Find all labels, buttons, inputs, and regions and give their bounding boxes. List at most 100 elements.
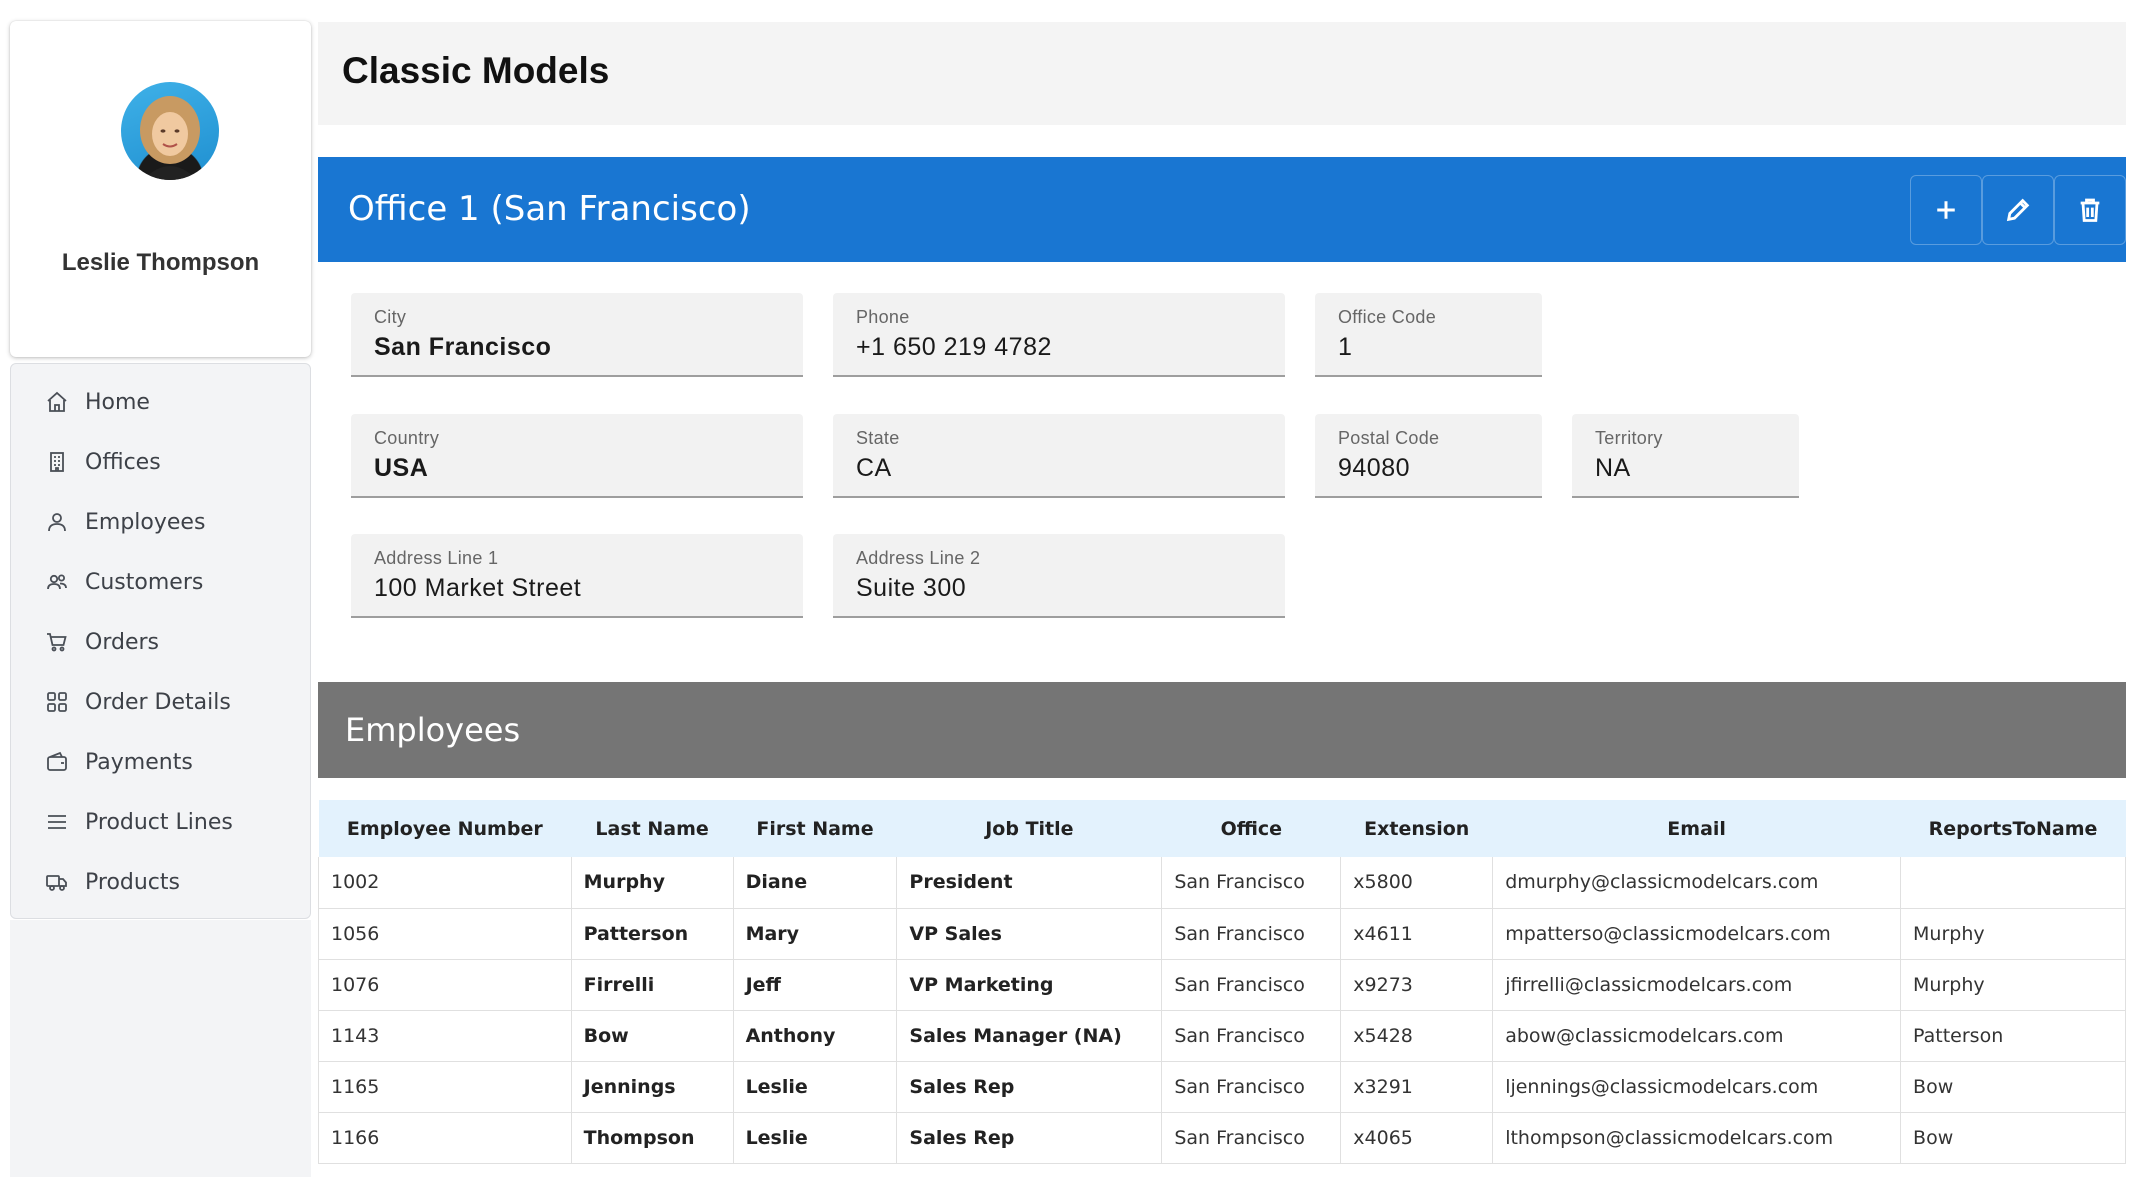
truck-icon	[43, 868, 71, 896]
sidebar-item-label: Products	[85, 869, 180, 895]
address-line-2-field[interactable]: Address Line 2 Suite 300	[833, 534, 1285, 618]
country-value: USA	[374, 454, 429, 482]
sidebar-item-product-lines[interactable]: Product Lines	[11, 796, 310, 848]
sidebar-background	[10, 920, 311, 1177]
first-name-cell: Jeff	[733, 959, 898, 1010]
extension-cell: x5800	[1340, 857, 1494, 908]
employee-number-cell: 1166	[318, 1112, 572, 1163]
grid-icon	[43, 688, 71, 716]
office-cell: San Francisco	[1161, 1061, 1342, 1112]
postal-code-label: Postal Code	[1338, 428, 1440, 448]
sidebar-item-products[interactable]: Products	[11, 856, 310, 908]
address-line-1-label: Address Line 1	[374, 548, 499, 568]
address-line-1-field[interactable]: Address Line 1 100 Market Street	[351, 534, 803, 618]
trash-icon	[2080, 198, 2100, 222]
employees-title: Employees	[345, 711, 521, 749]
employees-table: Employee Number Last Name First Name Job…	[318, 800, 2126, 1164]
city-label: City	[374, 307, 407, 327]
last-name-cell: Patterson	[571, 908, 734, 959]
reports-to-cell: Murphy	[1900, 908, 2126, 959]
last-name-cell: Jennings	[571, 1061, 734, 1112]
app-title: Classic Models	[342, 50, 610, 91]
office-code-label: Office Code	[1338, 307, 1437, 327]
delete-button[interactable]	[2054, 175, 2126, 245]
office-cell: San Francisco	[1161, 857, 1342, 908]
phone-label: Phone	[856, 307, 910, 327]
email-cell: ljennings@classicmodelcars.com	[1492, 1061, 1902, 1112]
job-title-cell: Sales Rep	[896, 1112, 1163, 1163]
employees-header: Employees	[318, 682, 2126, 778]
avatar[interactable]	[121, 82, 219, 180]
sidebar-item-label: Offices	[85, 449, 161, 475]
column-header[interactable]: Extension	[1341, 800, 1493, 857]
city-field[interactable]: City San Francisco	[351, 293, 803, 377]
edit-button[interactable]	[1982, 175, 2054, 245]
app-header: Classic Models	[318, 22, 2126, 125]
employee-number-cell: 1076	[318, 959, 572, 1010]
extension-cell: x4611	[1340, 908, 1494, 959]
office-cell: San Francisco	[1161, 959, 1342, 1010]
column-header[interactable]: First Name	[733, 800, 897, 857]
state-label: State	[856, 428, 900, 448]
postal-code-field[interactable]: Postal Code 94080	[1315, 414, 1542, 498]
sidebar-item-offices[interactable]: Offices	[11, 436, 310, 488]
pencil-icon	[2006, 198, 2030, 222]
phone-field[interactable]: Phone +1 650 219 4782	[833, 293, 1285, 377]
extension-cell: x9273	[1340, 959, 1494, 1010]
table-row[interactable]: 1002 Murphy Diane President San Francisc…	[318, 857, 2126, 908]
plus-icon	[1937, 201, 1955, 219]
job-title-cell: President	[896, 857, 1163, 908]
extension-cell: x5428	[1340, 1010, 1494, 1061]
address-line-1-value: 100 Market Street	[374, 574, 582, 602]
sidebar-item-customers[interactable]: Customers	[11, 556, 310, 608]
office-toolbar	[1910, 175, 2126, 245]
add-button[interactable]	[1910, 175, 1982, 245]
table-row[interactable]: 1166 Thompson Leslie Sales Rep San Franc…	[318, 1112, 2126, 1163]
address-line-2-label: Address Line 2	[856, 548, 981, 568]
building-icon	[43, 448, 71, 476]
sidebar-item-payments[interactable]: Payments	[11, 736, 310, 788]
office-cell: San Francisco	[1161, 908, 1342, 959]
country-field[interactable]: Country USA	[351, 414, 803, 498]
wallet-icon	[43, 748, 71, 776]
email-cell: mpatterso@classicmodelcars.com	[1492, 908, 1902, 959]
home-icon	[43, 388, 71, 416]
city-value: San Francisco	[374, 333, 552, 361]
sidebar-item-orders[interactable]: Orders	[11, 616, 310, 668]
column-header[interactable]: Office	[1162, 800, 1341, 857]
reports-to-cell: Bow	[1900, 1061, 2126, 1112]
column-header[interactable]: Employee Number	[319, 800, 572, 857]
column-header[interactable]: Email	[1493, 800, 1901, 857]
extension-cell: x4065	[1340, 1112, 1494, 1163]
employee-number-cell: 1056	[318, 908, 572, 959]
column-header[interactable]: ReportsToName	[1901, 800, 2126, 857]
country-label: Country	[374, 428, 440, 448]
table-row[interactable]: 1076 Firrelli Jeff VP Marketing San Fran…	[318, 959, 2126, 1010]
sidebar-item-label: Order Details	[85, 689, 231, 715]
office-cell: San Francisco	[1161, 1010, 1342, 1061]
column-header[interactable]: Job Title	[897, 800, 1162, 857]
column-header[interactable]: Last Name	[571, 800, 733, 857]
table-row[interactable]: 1165 Jennings Leslie Sales Rep San Franc…	[318, 1061, 2126, 1112]
table-row[interactable]: 1143 Bow Anthony Sales Manager (NA) San …	[318, 1010, 2126, 1061]
reports-to-cell: Patterson	[1900, 1010, 2126, 1061]
person-icon	[43, 508, 71, 536]
job-title-cell: Sales Rep	[896, 1061, 1163, 1112]
territory-label: Territory	[1595, 428, 1663, 448]
last-name-cell: Thompson	[571, 1112, 734, 1163]
postal-code-value: 94080	[1338, 454, 1411, 482]
sidebar-item-employees[interactable]: Employees	[11, 496, 310, 548]
sidebar-item-home[interactable]: Home	[11, 376, 310, 428]
state-field[interactable]: State CA	[833, 414, 1285, 498]
first-name-cell: Anthony	[733, 1010, 898, 1061]
territory-field[interactable]: Territory NA	[1572, 414, 1799, 498]
sidebar-item-label: Home	[85, 389, 150, 415]
reports-to-cell: Murphy	[1900, 959, 2126, 1010]
office-title: Office 1 (San Francisco)	[348, 189, 751, 229]
sidebar-item-order-details[interactable]: Order Details	[11, 676, 310, 728]
email-cell: abow@classicmodelcars.com	[1492, 1010, 1902, 1061]
office-header: Office 1 (San Francisco)	[318, 157, 2126, 262]
office-code-field[interactable]: Office Code 1	[1315, 293, 1542, 377]
employee-number-cell: 1002	[318, 857, 572, 908]
table-row[interactable]: 1056 Patterson Mary VP Sales San Francis…	[318, 908, 2126, 959]
